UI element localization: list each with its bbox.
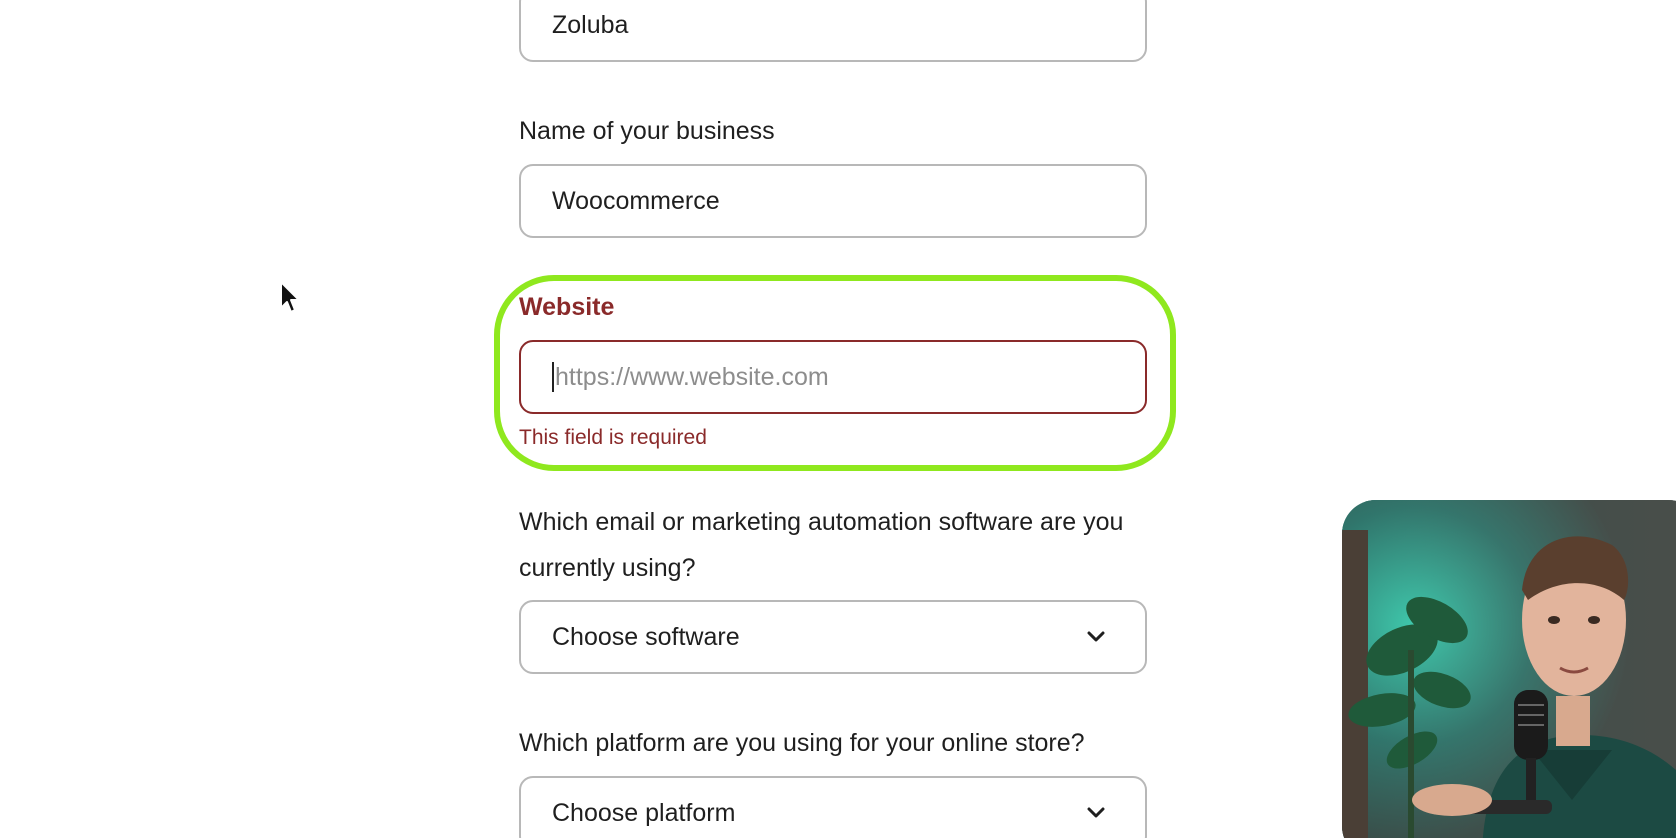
- mouse-pointer-icon: [279, 280, 303, 316]
- presenter-video-frame: [1342, 500, 1676, 838]
- business-name-label: Name of your business: [519, 117, 775, 145]
- platform-select-value: Choose platform: [552, 798, 736, 827]
- platform-select[interactable]: Choose platform: [519, 776, 1147, 838]
- website-placeholder: https://www.website.com: [555, 362, 829, 391]
- first-text-field[interactable]: Zoluba: [519, 0, 1147, 62]
- presenter-webcam-overlay: [1342, 500, 1676, 838]
- chevron-down-icon: [1087, 628, 1105, 646]
- website-field[interactable]: https://www.website.com: [519, 340, 1147, 414]
- platform-question-label: Which platform are you using for your on…: [519, 729, 1085, 757]
- chevron-down-icon: [1087, 804, 1105, 822]
- first-field-value: Zoluba: [552, 10, 629, 39]
- signup-form-page: Zoluba Name of your business Woocommerce…: [0, 0, 1676, 838]
- text-caret: [552, 362, 554, 392]
- website-label: Website: [519, 293, 615, 321]
- business-name-value: Woocommerce: [552, 186, 720, 215]
- website-error-message: This field is required: [519, 426, 707, 449]
- software-select-value: Choose software: [552, 622, 740, 651]
- software-select[interactable]: Choose software: [519, 600, 1147, 674]
- software-question-label: Which email or marketing automation soft…: [519, 508, 1124, 582]
- business-name-field[interactable]: Woocommerce: [519, 164, 1147, 238]
